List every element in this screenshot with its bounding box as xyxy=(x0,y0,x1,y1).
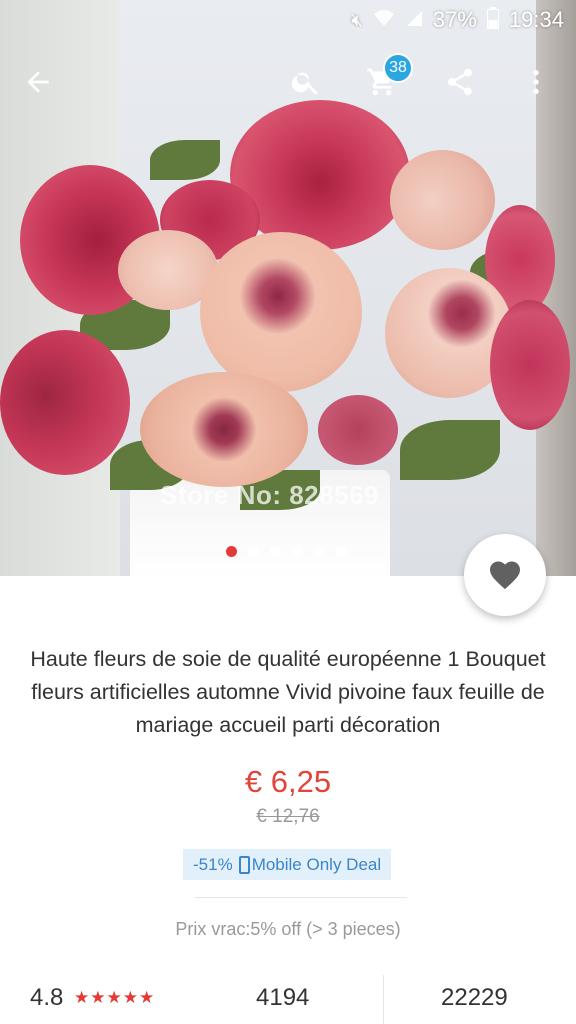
peony xyxy=(318,395,398,465)
divider xyxy=(195,897,407,898)
cart-button[interactable]: 38 xyxy=(354,50,413,114)
more-options-button[interactable] xyxy=(508,50,564,114)
arrow-back-icon xyxy=(27,71,49,93)
clock: 19:34 xyxy=(508,7,564,32)
store-watermark: Store No: 828569 xyxy=(160,480,379,510)
peony xyxy=(490,300,570,430)
battery-percent: 37% xyxy=(432,7,477,32)
product-title: Haute fleurs de soie de qualité européen… xyxy=(30,647,546,737)
app-toolbar: 38 xyxy=(0,50,576,114)
peony xyxy=(140,372,308,487)
original-price: € 12,76 xyxy=(256,806,320,827)
wifi-icon xyxy=(373,9,395,32)
more-vert-icon xyxy=(533,70,539,94)
divider xyxy=(383,975,384,1024)
peony xyxy=(390,150,495,250)
rating-value[interactable]: 4.8 xyxy=(30,984,63,1012)
orders-count[interactable]: 4194 xyxy=(256,984,309,1012)
carousel-indicator xyxy=(226,546,347,557)
mobile-deal-badge: -51% Mobile Only Deal xyxy=(183,849,392,880)
carousel-dot[interactable] xyxy=(336,546,347,557)
signal-icon xyxy=(405,9,423,32)
peony xyxy=(0,330,130,475)
heart-icon xyxy=(490,561,520,590)
product-price: € 6,25 xyxy=(244,764,332,799)
mute-icon: 🔇︎ xyxy=(351,9,363,30)
bulk-price-info: Prix vrac:5% off (> 3 pieces) xyxy=(175,919,401,939)
share-icon xyxy=(447,68,472,96)
wishlist-count[interactable]: 22229 xyxy=(441,984,508,1012)
cart-count-badge: 38 xyxy=(383,53,413,83)
carousel-dot[interactable] xyxy=(292,546,303,557)
battery-icon xyxy=(486,6,499,34)
share-button[interactable] xyxy=(432,50,488,114)
search-button[interactable] xyxy=(278,50,334,114)
carousel-dot[interactable] xyxy=(270,546,281,557)
search-icon xyxy=(291,72,318,95)
carousel-dot[interactable] xyxy=(314,546,325,557)
status-bar: 🔇︎ 37% 19:34 xyxy=(0,0,576,40)
phone-icon xyxy=(238,855,250,874)
discount-percent: -51% xyxy=(193,854,233,874)
back-button[interactable] xyxy=(10,50,66,114)
stats-row: 4.8 ★★★★★ 4194 22229 xyxy=(0,975,576,1024)
rating-stars: ★★★★★ xyxy=(74,988,156,1007)
carousel-dot[interactable] xyxy=(226,546,237,557)
deal-label: Mobile Only Deal xyxy=(251,854,382,874)
wishlist-button[interactable] xyxy=(464,534,546,616)
peony xyxy=(200,232,362,392)
carousel-dot[interactable] xyxy=(248,546,259,557)
